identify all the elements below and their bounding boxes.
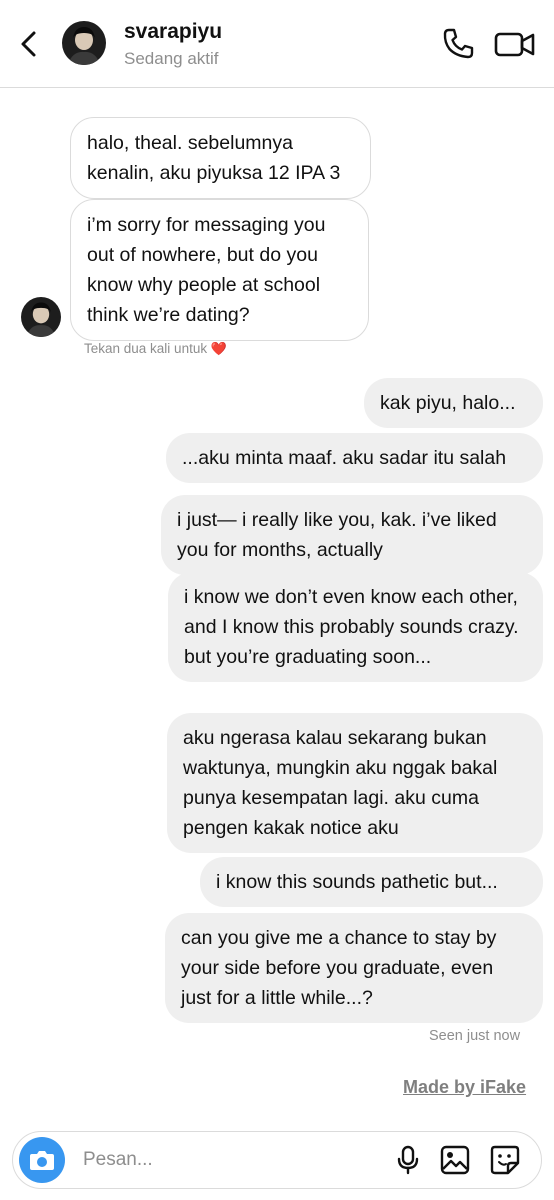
contact-status: Sedang aktif <box>124 49 219 68</box>
video-camera-icon[interactable] <box>494 28 536 60</box>
camera-icon <box>30 1151 54 1170</box>
double-tap-hint-text: Tekan dua kali untuk <box>84 341 208 356</box>
seen-status: Seen just now <box>429 1028 521 1044</box>
back-arrow-icon[interactable] <box>16 28 44 60</box>
camera-button[interactable] <box>19 1137 65 1183</box>
sender-avatar[interactable] <box>21 297 61 337</box>
message-composer <box>12 1131 542 1189</box>
outgoing-message[interactable]: i know this sounds pathetic but... <box>200 857 543 907</box>
contact-avatar[interactable] <box>62 21 106 65</box>
outgoing-message[interactable]: aku ngerasa kalau sekarang bukan waktuny… <box>167 713 543 853</box>
watermark-link[interactable]: Made by iFake <box>403 1077 526 1098</box>
outgoing-message[interactable]: ...aku minta maaf. aku sadar itu salah <box>166 433 543 483</box>
incoming-message[interactable]: i’m sorry for messaging you out of nowhe… <box>70 199 369 341</box>
outgoing-message[interactable]: i know we don’t even know each other, an… <box>168 572 543 682</box>
chat-header: svarapiyu Sedang aktif <box>0 0 554 88</box>
heart-icon: ❤️ <box>210 341 228 356</box>
double-tap-hint: Tekan dua kali untuk ❤️ <box>84 341 227 357</box>
outgoing-message[interactable]: i just— i really like you, kak. i’ve lik… <box>161 495 543 575</box>
outgoing-message[interactable]: can you give me a chance to stay by your… <box>165 913 543 1023</box>
sticker-icon[interactable] <box>490 1145 520 1175</box>
incoming-message[interactable]: halo, theal. sebelumnya kenalin, aku piy… <box>70 117 371 199</box>
contact-username[interactable]: svarapiyu <box>124 20 222 44</box>
microphone-icon[interactable] <box>393 1145 423 1175</box>
outgoing-message[interactable]: kak piyu, halo... <box>364 378 543 428</box>
gallery-icon[interactable] <box>440 1145 470 1175</box>
phone-icon[interactable] <box>440 26 476 62</box>
message-input[interactable] <box>83 1144 373 1176</box>
